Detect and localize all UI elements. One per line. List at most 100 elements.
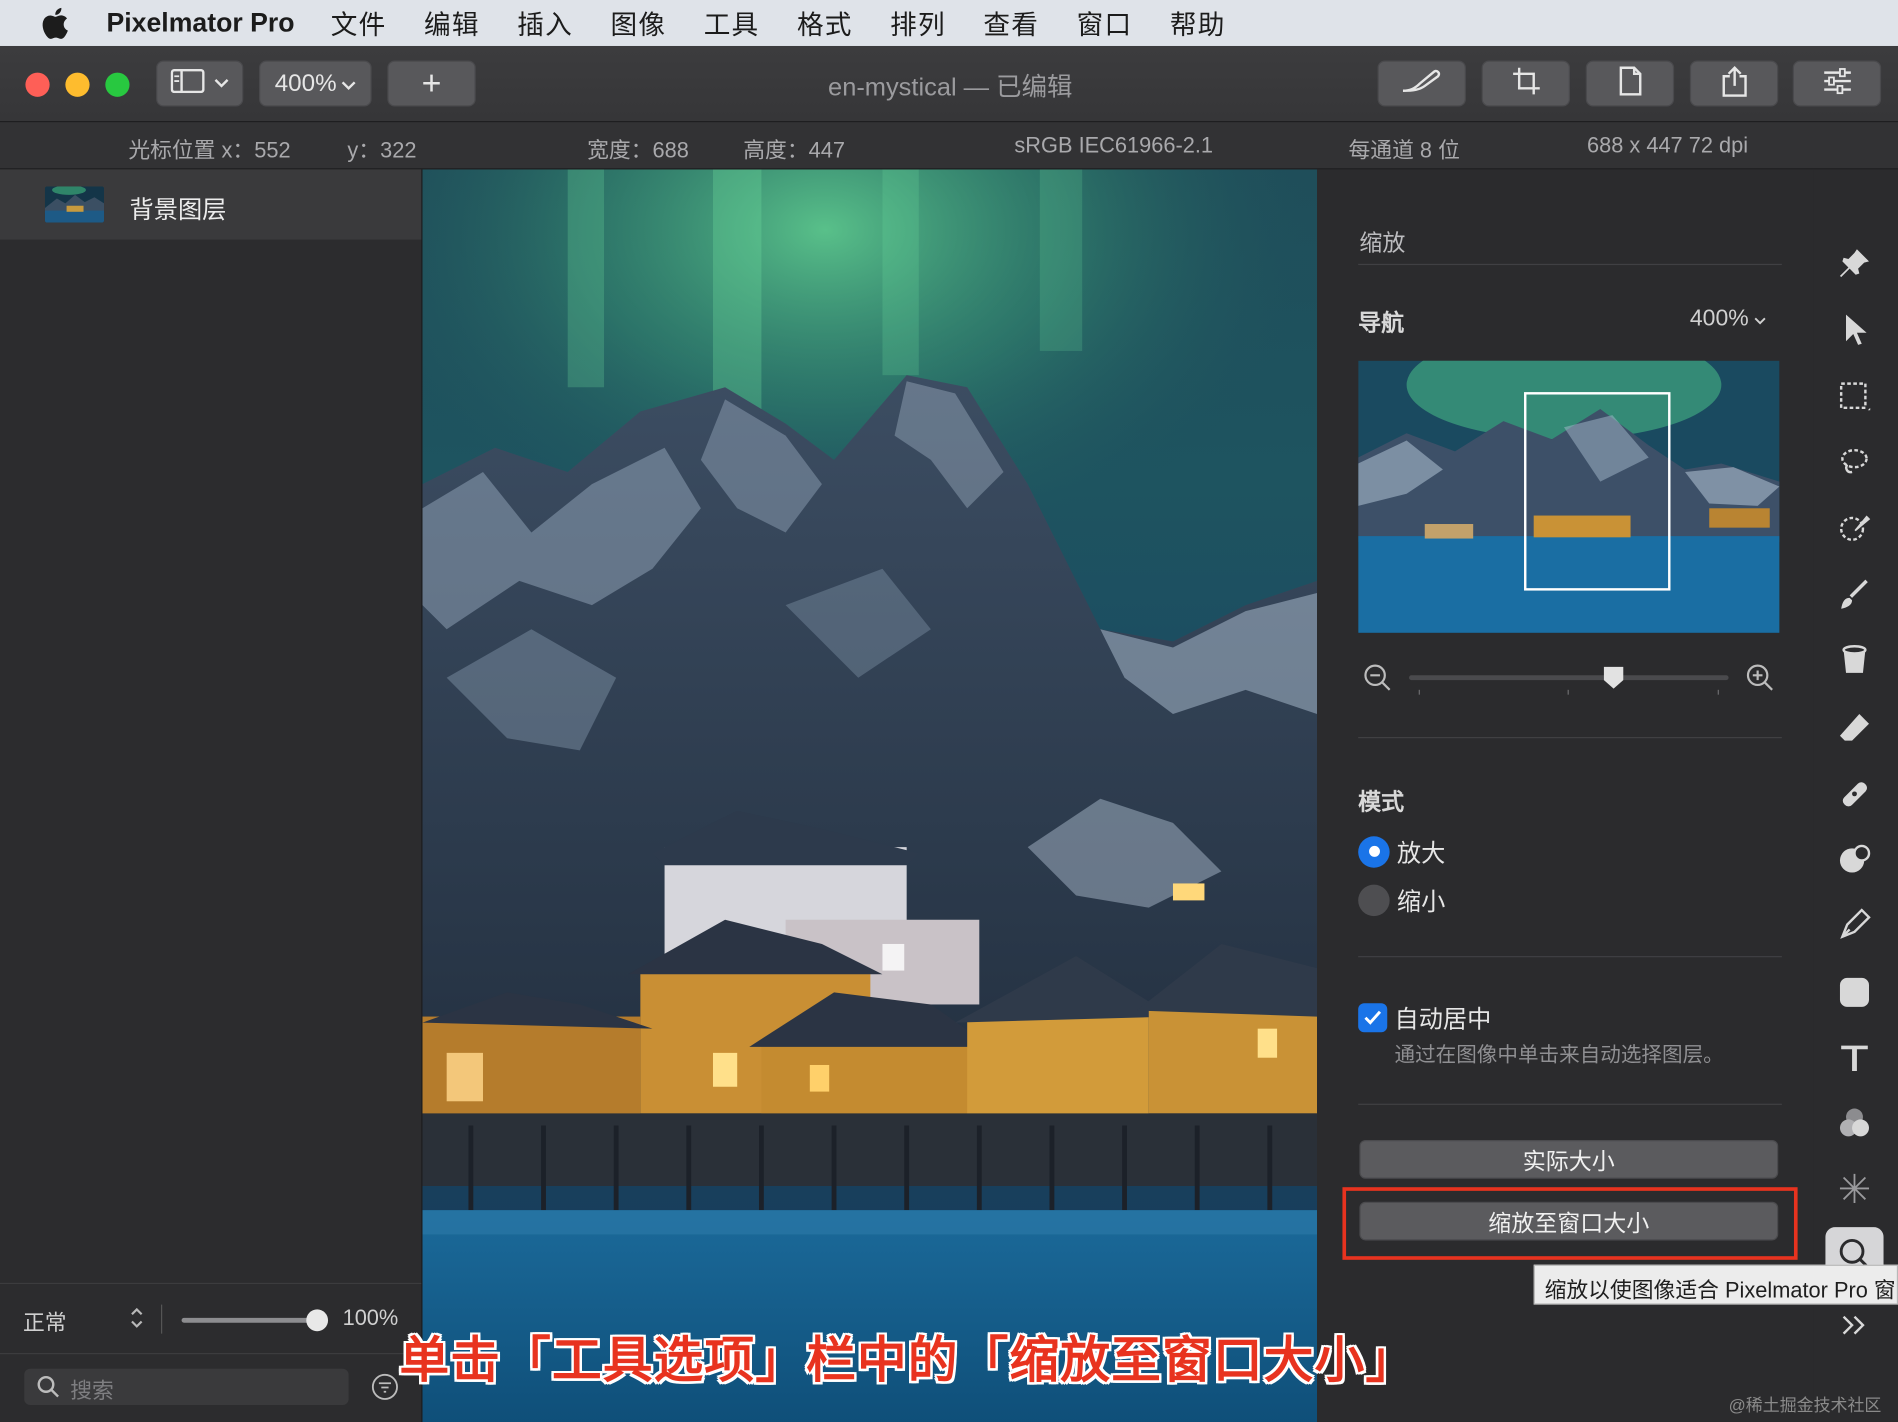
mode-option-label: 放大 <box>1396 841 1446 868</box>
cursor-y-readout: y：322 <box>347 137 417 163</box>
search-icon <box>36 1375 60 1405</box>
mode-radio-zoom-out[interactable]: 缩小 <box>1358 882 1445 917</box>
color-profile-readout: sRGB IEC61966-2.1 <box>1014 133 1214 158</box>
menu-window[interactable]: 窗口 <box>1077 4 1133 43</box>
zoom-dropdown[interactable]: 400% <box>259 60 372 107</box>
menu-image[interactable]: 图像 <box>610 4 666 43</box>
slider-tick <box>1567 689 1569 695</box>
menu-insert[interactable]: 插入 <box>517 4 573 43</box>
layers-panel: 背景图层 正常 100% 搜索 <box>0 169 423 1422</box>
menu-view[interactable]: 查看 <box>983 4 1039 43</box>
zoom-in-icon[interactable] <box>1746 663 1775 698</box>
tool-options-panel: 缩放 导航 400% 模式 放大 缩小 自动居中 通过在图像中单击来自动选择图层… <box>1317 169 1814 1422</box>
instruction-caption: 单击「工具选项」栏中的「缩放至窗口大小」 <box>399 1332 1417 1389</box>
divider <box>1358 956 1782 958</box>
navigator-preview[interactable] <box>1358 360 1780 633</box>
divider <box>160 1304 163 1334</box>
repair-icon[interactable] <box>1835 775 1874 814</box>
brush-stroke-icon <box>1395 66 1448 101</box>
document-icon <box>1618 65 1642 101</box>
checkmark-icon <box>1358 1002 1388 1032</box>
auto-center-checkbox[interactable]: 自动居中 <box>1358 1000 1491 1035</box>
apple-logo-icon[interactable] <box>36 5 72 41</box>
color-adjust-icon[interactable] <box>1835 1104 1874 1143</box>
layer-search-placeholder: 搜索 <box>70 1378 114 1403</box>
pointer-icon[interactable] <box>1835 310 1874 349</box>
close-window-button[interactable] <box>25 72 50 97</box>
menu-bar: Pixelmator Pro 文件 编辑 插入 图像 工具 格式 排列 查看 窗… <box>0 0 1898 46</box>
color-select-icon[interactable] <box>1835 508 1874 547</box>
style-button[interactable] <box>1377 60 1466 107</box>
auto-center-label: 自动居中 <box>1394 1006 1492 1034</box>
divider <box>1358 737 1782 739</box>
menu-tools[interactable]: 工具 <box>704 4 760 43</box>
plus-icon: + <box>421 64 442 102</box>
tools-strip <box>1813 169 1898 1422</box>
zoom-slider-knob[interactable] <box>1603 666 1625 690</box>
watermark: @稀土掘金技术社区 <box>1728 1395 1882 1415</box>
menu-arrange[interactable]: 排列 <box>890 4 946 43</box>
share-button[interactable] <box>1689 60 1779 107</box>
dimensions-readout: 688 x 447 72 dpi <box>1586 133 1749 158</box>
maximize-window-button[interactable] <box>105 72 130 97</box>
chevron-down-icon <box>341 70 356 98</box>
type-icon[interactable] <box>1835 1038 1874 1077</box>
auto-center-hint: 通过在图像中单击来自动选择图层。 <box>1394 1043 1724 1067</box>
menu-format[interactable]: 格式 <box>797 4 853 43</box>
zoom-out-icon[interactable] <box>1363 663 1392 698</box>
pen-icon[interactable] <box>1835 905 1874 944</box>
updown-chevron-icon[interactable] <box>130 1306 145 1336</box>
filter-icon[interactable] <box>370 1372 399 1407</box>
layer-search-row: 搜索 <box>0 1353 422 1422</box>
landscape-image <box>422 169 1318 1422</box>
window-title: en-mystical — 已编辑 <box>828 73 1073 102</box>
sidebar-toggle-button[interactable] <box>156 60 244 107</box>
slider-tick <box>1418 689 1420 695</box>
more-tools-icon[interactable] <box>1835 1306 1874 1345</box>
clone-icon[interactable] <box>1835 840 1874 879</box>
actual-size-button[interactable]: 实际大小 <box>1359 1140 1779 1179</box>
info-bar: 光标位置 x：552 y：322 宽度：688 高度：447 sRGB IEC6… <box>0 122 1898 170</box>
zoom-slider[interactable] <box>1409 666 1729 689</box>
cursor-x-readout: 光标位置 x：552 <box>128 137 291 163</box>
mode-radio-zoom-in[interactable]: 放大 <box>1358 834 1445 869</box>
share-icon <box>1721 65 1748 103</box>
opacity-slider[interactable] <box>181 1309 329 1332</box>
menu-help[interactable]: 帮助 <box>1170 4 1226 43</box>
document-button[interactable] <box>1585 60 1675 107</box>
minimize-window-button[interactable] <box>65 72 90 97</box>
effects-icon[interactable] <box>1835 1169 1874 1208</box>
crop-button[interactable] <box>1481 60 1571 107</box>
image-canvas[interactable] <box>422 169 1318 1422</box>
zoom-dropdown-label: 400% <box>274 69 337 97</box>
bit-depth-readout: 每通道 8 位 <box>1348 137 1460 163</box>
layer-thumbnail <box>44 186 105 223</box>
adjustments-button[interactable] <box>1792 60 1882 107</box>
blend-mode-select[interactable]: 正常 <box>23 1306 67 1337</box>
highlight-box <box>1342 1187 1798 1260</box>
opacity-slider-knob[interactable] <box>306 1309 329 1332</box>
mode-label: 模式 <box>1358 790 1405 816</box>
layer-search-field[interactable]: 搜索 <box>24 1368 349 1406</box>
mode-option-label: 缩小 <box>1396 889 1446 917</box>
menu-app-name[interactable]: Pixelmator Pro <box>107 7 295 38</box>
add-button[interactable]: + <box>387 60 476 107</box>
lasso-icon[interactable] <box>1835 443 1874 482</box>
layer-row[interactable]: 背景图层 <box>0 169 422 240</box>
tooltip: 缩放以使图像适合 Pixelmator Pro 窗 <box>1533 1264 1898 1305</box>
pin-icon[interactable] <box>1835 244 1874 283</box>
menu-file[interactable]: 文件 <box>331 4 387 43</box>
radio-selected-icon <box>1358 835 1390 868</box>
shape-icon[interactable] <box>1835 973 1874 1012</box>
navigation-zoom-dropdown[interactable]: 400% <box>1690 306 1766 333</box>
rect-select-icon[interactable] <box>1835 378 1874 417</box>
paint-brush-icon[interactable] <box>1835 576 1874 615</box>
height-readout: 高度：447 <box>743 137 845 163</box>
menu-edit[interactable]: 编辑 <box>424 4 480 43</box>
sidebar-icon <box>170 68 205 98</box>
navigation-zoom-value: 400% <box>1689 306 1749 332</box>
eraser-icon[interactable] <box>1835 709 1874 748</box>
fill-bucket-icon[interactable] <box>1835 641 1874 680</box>
sliders-icon <box>1822 67 1851 100</box>
divider <box>1358 1103 1782 1105</box>
